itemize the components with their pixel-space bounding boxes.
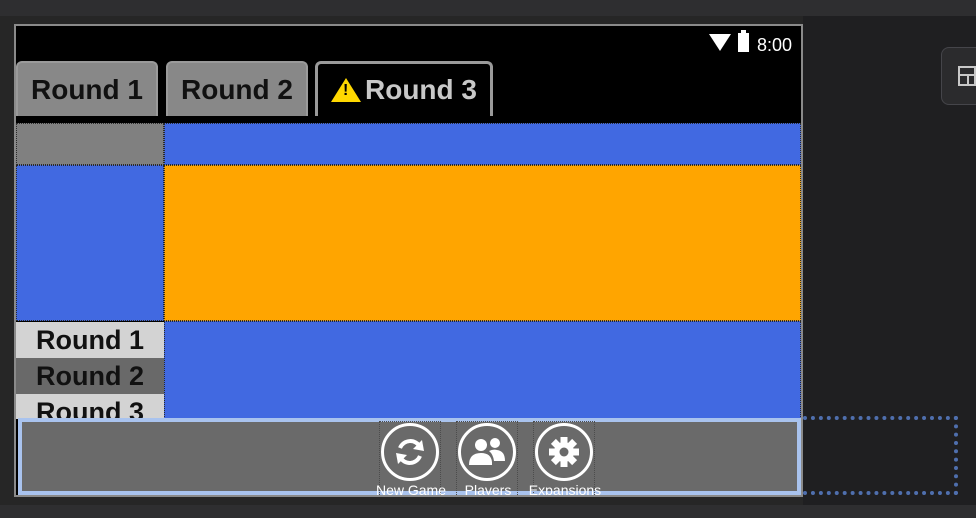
new-game-button[interactable]: New Game (376, 421, 446, 495)
bottom-action-bar: New Game Players Expansions (18, 418, 801, 495)
players-label: Players (464, 482, 512, 497)
tab-round-2[interactable]: Round 2 (166, 61, 308, 116)
wifi-icon (709, 34, 731, 51)
layout-icon (958, 66, 976, 86)
refresh-icon (381, 423, 439, 481)
tab-label: Round 3 (365, 74, 477, 105)
sidebar-top-panel (16, 165, 164, 321)
sidebar-item-round-1[interactable]: Round 1 (16, 322, 164, 358)
status-clock: 8:00 (757, 35, 793, 55)
header-row (164, 123, 801, 165)
warning-icon: ! (331, 78, 361, 102)
sidebar-item-round-2[interactable]: Round 2 (16, 358, 164, 394)
sidebar-item-label: Round 3 (36, 397, 144, 419)
status-bar: 8:00 (16, 26, 801, 62)
new-game-label: New Game (375, 482, 447, 497)
header-corner-cell (16, 123, 164, 165)
tab-round-3[interactable]: ! Round 3 (315, 61, 493, 116)
expansions-label: Expansions (528, 482, 602, 497)
sidebar-item-label: Round 1 (36, 324, 144, 355)
ide-top-strip (0, 0, 976, 16)
tab-label: Round 1 (31, 73, 143, 105)
battery-icon (738, 30, 749, 52)
selection-outline (803, 416, 958, 495)
device-preview: 8:00 Round 1 Round 2 ! Round 3 Round 1 R… (14, 24, 803, 497)
gear-icon (535, 423, 593, 481)
tab-round-1[interactable]: Round 1 (16, 61, 158, 116)
layout-panel-button[interactable] (941, 47, 976, 105)
tab-label: Round 2 (181, 73, 293, 105)
players-icon (458, 423, 516, 481)
expansions-button[interactable]: Expansions (529, 421, 601, 495)
players-button[interactable]: Players (456, 421, 518, 495)
main-highlight-panel (164, 165, 801, 321)
lower-main-panel (164, 321, 801, 421)
ide-bottom-strip (0, 505, 976, 518)
sidebar-item-label: Round 2 (36, 360, 144, 391)
sidebar-item-round-3[interactable]: Round 3 (16, 394, 164, 419)
